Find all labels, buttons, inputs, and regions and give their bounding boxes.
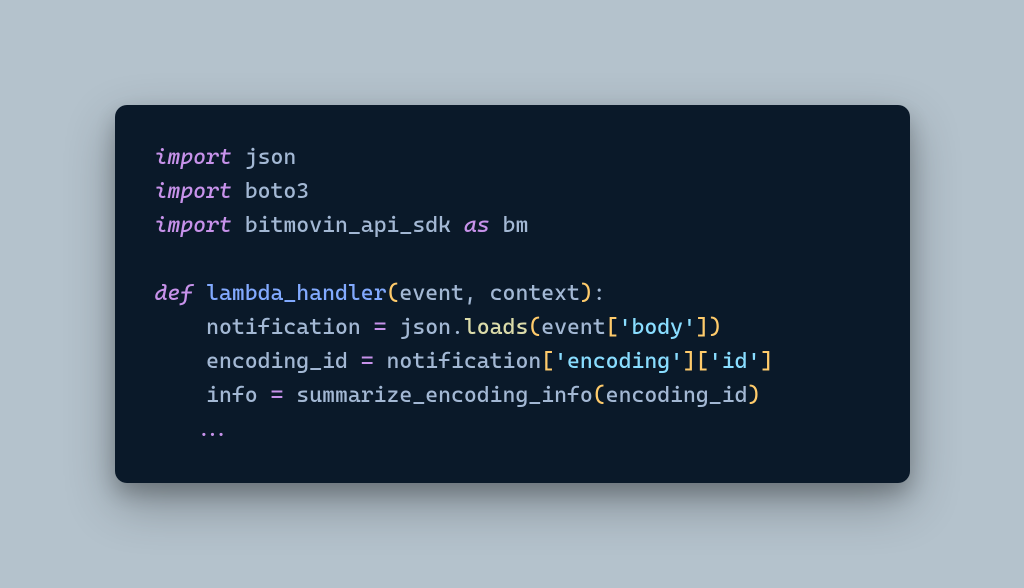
comma: , <box>464 281 477 306</box>
keyword-def: def <box>155 281 194 306</box>
paren: ( <box>387 281 400 306</box>
dot: . <box>451 315 464 340</box>
keyword-import: import <box>155 179 232 204</box>
string: 'body' <box>619 315 696 340</box>
module-name: bitmovin_api_sdk <box>245 213 451 238</box>
function-call: summarize_encoding_info <box>296 383 592 408</box>
object: json <box>399 315 451 340</box>
arg: event <box>541 315 605 340</box>
variable: notification <box>206 315 361 340</box>
bracket: ] <box>683 349 696 374</box>
method: loads <box>464 315 528 340</box>
paren: ) <box>709 315 722 340</box>
variable: info <box>206 383 258 408</box>
module-name: boto3 <box>245 179 309 204</box>
paren: ) <box>580 281 593 306</box>
object: notification <box>387 349 542 374</box>
keyword-as: as <box>464 213 490 238</box>
paren: ( <box>528 315 541 340</box>
paren: ) <box>747 383 760 408</box>
keyword-import: import <box>155 145 232 170</box>
string: 'id' <box>709 349 761 374</box>
param: context <box>490 281 580 306</box>
bracket: [ <box>696 349 709 374</box>
string: 'encoding' <box>554 349 683 374</box>
code-content: import json import boto3 import bitmovin… <box>155 141 870 448</box>
module-name: json <box>245 145 297 170</box>
alias: bm <box>503 213 529 238</box>
operator: = <box>361 349 374 374</box>
variable: encoding_id <box>206 349 348 374</box>
operator: = <box>374 315 387 340</box>
code-block: import json import boto3 import bitmovin… <box>115 105 910 484</box>
bracket: ] <box>696 315 709 340</box>
function-name: lambda_handler <box>206 281 386 306</box>
arg: encoding_id <box>606 383 748 408</box>
param: event <box>399 281 463 306</box>
keyword-import: import <box>155 213 232 238</box>
operator: = <box>271 383 284 408</box>
bracket: [ <box>541 349 554 374</box>
bracket: [ <box>606 315 619 340</box>
bracket: ] <box>760 349 773 374</box>
colon: : <box>593 281 606 306</box>
ellipsis: ... <box>193 417 232 442</box>
paren: ( <box>593 383 606 408</box>
